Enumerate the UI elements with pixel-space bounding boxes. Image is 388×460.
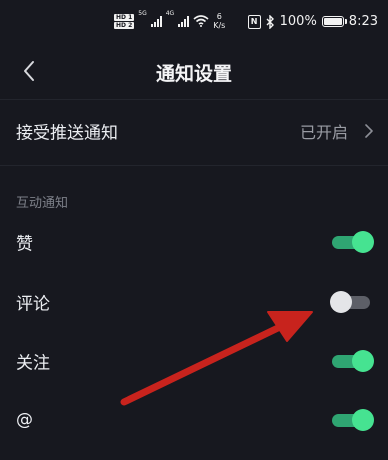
status-indicators: HD 1 HD 2 5G 4G 6 K/s [114, 10, 225, 30]
header-divider [0, 99, 388, 100]
network-type-2: 4G [165, 10, 175, 17]
setting-row-comment: 评论 [0, 273, 388, 331]
toggle-mention[interactable] [332, 409, 374, 431]
setting-row-mention: @ [0, 391, 388, 449]
clock: 8:23 [348, 14, 378, 29]
setting-row-follow: 关注 [0, 332, 388, 390]
hd2-badge: HD 2 [114, 21, 135, 29]
section-title-interaction: 互动通知 [16, 196, 69, 211]
nfc-icon: N [247, 14, 261, 29]
push-notifications-row[interactable]: 接受推送通知 已开启 [0, 102, 388, 160]
battery-icon [321, 16, 347, 27]
setting-row-like: 赞 [0, 213, 388, 271]
speed-unit: K/s [213, 21, 226, 30]
toggle-follow[interactable] [332, 350, 374, 372]
speed-value: 6 [216, 12, 222, 21]
status-bar: HD 1 HD 2 5G 4G 6 K/s N 100% 8:23 [0, 0, 388, 46]
signal-2-icon [178, 15, 190, 27]
hd-badges: HD 1 HD 2 [114, 13, 135, 29]
nav-bar: 通知设置 [0, 46, 388, 98]
signal-1-icon [150, 15, 162, 27]
section-divider [0, 165, 388, 166]
toggle-comment[interactable] [330, 291, 374, 313]
toggle-like[interactable] [332, 231, 374, 253]
setting-label-like: 赞 [16, 234, 33, 255]
setting-label-comment: 评论 [16, 294, 50, 315]
push-notifications-status: 已开启 [299, 123, 348, 142]
status-right: N 100% 8:23 [247, 14, 378, 29]
bluetooth-icon [266, 14, 274, 29]
network-speed: 6 K/s [213, 12, 225, 30]
push-notifications-label: 接受推送通知 [16, 123, 118, 144]
setting-label-follow: 关注 [16, 353, 50, 374]
setting-label-mention: @ [16, 410, 33, 430]
network-type-1: 5G [138, 10, 147, 17]
page-title: 通知设置 [155, 63, 232, 85]
battery-percent: 100% [279, 14, 317, 29]
chevron-right-icon [365, 124, 373, 138]
hd1-badge: HD 1 [114, 13, 135, 21]
wifi-icon [193, 15, 209, 27]
